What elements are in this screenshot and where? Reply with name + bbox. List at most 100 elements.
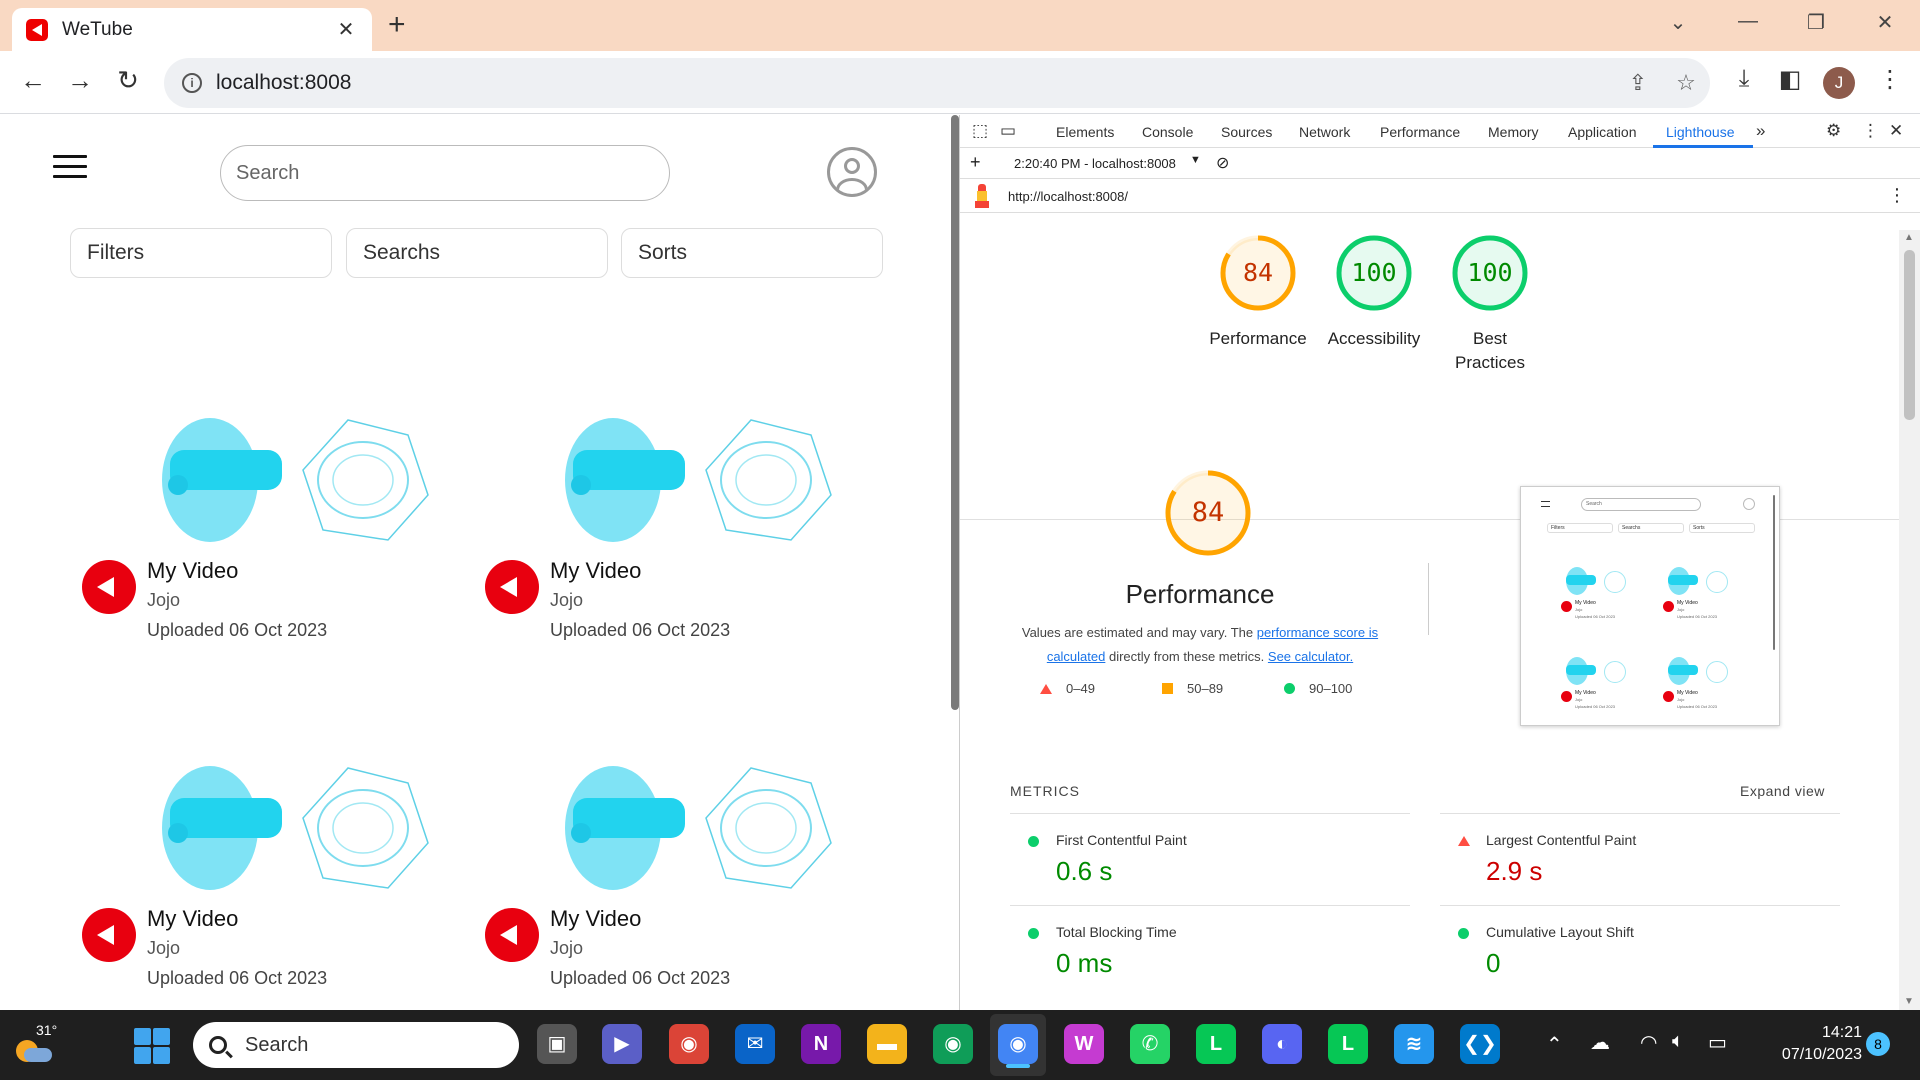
notification-badge[interactable]: 8 <box>1866 1032 1890 1056</box>
tab-memory[interactable]: Memory <box>1488 124 1539 140</box>
video-thumbnail[interactable] <box>551 758 851 893</box>
tab-network[interactable]: Network <box>1299 124 1350 140</box>
reload-button[interactable]: ↻ <box>110 65 146 95</box>
clear-reports-icon[interactable]: ⊘ <box>1216 153 1229 173</box>
score-gauge-label[interactable]: Best Practices <box>1450 327 1530 375</box>
mail-icon[interactable]: ✉ <box>735 1024 775 1064</box>
profile-avatar[interactable]: J <box>1823 67 1855 99</box>
vscode-icon[interactable]: ❮❯ <box>1460 1024 1500 1064</box>
back-button[interactable]: ← <box>15 65 51 95</box>
chrome-profile-icon[interactable]: ◉ <box>933 1024 973 1064</box>
bookmark-star-icon[interactable]: ☆ <box>1662 70 1710 96</box>
file-explorer-icon[interactable]: ▬ <box>867 1024 907 1064</box>
channel-logo-icon[interactable] <box>82 908 136 962</box>
tab-application[interactable]: Application <box>1568 124 1637 140</box>
onedrive-icon[interactable]: ☁ <box>1590 1030 1610 1055</box>
weather-widget[interactable]: 31° <box>14 1022 57 1068</box>
menu-icon[interactable] <box>53 155 87 179</box>
tab-performance[interactable]: Performance <box>1380 124 1460 140</box>
channel-logo-icon[interactable] <box>485 908 539 962</box>
score-gauge-performance[interactable]: 84 <box>1218 233 1298 313</box>
searchs-dropdown[interactable]: Searchs <box>346 228 608 278</box>
channel-logo-icon[interactable] <box>82 560 136 614</box>
metric-largest-contentful-paint[interactable]: Largest Contentful Paint 2.9 s <box>1440 813 1840 903</box>
video-thumbnail[interactable] <box>551 410 851 545</box>
close-window-button[interactable]: ✕ <box>1865 10 1905 35</box>
video-channel[interactable]: Jojo <box>550 590 583 611</box>
task-view-icon[interactable]: ▣ <box>537 1024 577 1064</box>
score-gauge-label[interactable]: Accessibility <box>1304 327 1444 351</box>
video-title[interactable]: My Video <box>550 558 641 584</box>
tab-elements[interactable]: Elements <box>1056 124 1114 140</box>
more-tabs-icon[interactable]: » <box>1756 121 1765 141</box>
filters-dropdown[interactable]: Filters <box>70 228 332 278</box>
metric-total-blocking-time[interactable]: Total Blocking Time 0 ms <box>1010 905 1410 995</box>
tab-sources[interactable]: Sources <box>1221 124 1272 140</box>
page-scrollbar[interactable] <box>951 115 959 710</box>
minimize-button[interactable]: — <box>1728 10 1768 33</box>
score-gauge-best-practices[interactable]: 100 <box>1450 233 1530 313</box>
video-channel[interactable]: Jojo <box>550 938 583 959</box>
clock[interactable]: 14:21 07/10/2023 <box>1752 1022 1862 1066</box>
taskbar-search[interactable]: Search <box>193 1022 519 1068</box>
metric-first-contentful-paint[interactable]: First Contentful Paint 0.6 s <box>1010 813 1410 903</box>
report-url[interactable]: http://localhost:8008/ <box>1008 189 1128 204</box>
chrome-icon[interactable]: ◉ <box>669 1024 709 1064</box>
see-calculator-link[interactable]: See calculator. <box>1268 649 1353 664</box>
volume-icon[interactable]: 🔈︎ <box>1672 1030 1684 1053</box>
download-icon[interactable]: ⤓ <box>1724 65 1764 93</box>
video-channel[interactable]: Jojo <box>147 590 180 611</box>
channel-logo-icon[interactable] <box>485 560 539 614</box>
site-info-icon[interactable]: i <box>182 73 202 93</box>
video-card[interactable]: My Video Jojo Uploaded 06 Oct 2023 <box>485 758 865 1010</box>
address-bar[interactable]: i localhost:8008 ⇪ ☆ <box>164 58 1710 108</box>
settings-gear-icon[interactable]: ⚙ <box>1826 121 1841 141</box>
devtools-scrollbar[interactable]: ▲ ▼ <box>1899 230 1920 1010</box>
sorts-dropdown[interactable]: Sorts <box>621 228 883 278</box>
line-icon[interactable]: L <box>1196 1024 1236 1064</box>
side-panel-icon[interactable]: ◧ <box>1770 65 1810 94</box>
tab-console[interactable]: Console <box>1142 124 1193 140</box>
devtools-scroll-thumb[interactable] <box>1904 250 1915 420</box>
close-tab-icon[interactable]: ✕ <box>334 17 358 42</box>
video-thumbnail[interactable] <box>148 410 448 545</box>
browser-menu-icon[interactable]: ⋮ <box>1870 65 1910 94</box>
video-title[interactable]: My Video <box>147 558 238 584</box>
discord-icon[interactable]: ◐ <box>1262 1024 1302 1064</box>
restore-button[interactable]: ❐ <box>1796 10 1836 35</box>
wps-icon[interactable]: W <box>1064 1024 1104 1064</box>
inspect-element-icon[interactable]: ⬚ <box>972 121 988 141</box>
search-input[interactable] <box>220 145 670 201</box>
forward-button[interactable]: → <box>62 65 98 95</box>
video-card[interactable]: My Video Jojo Uploaded 06 Oct 2023 <box>82 758 462 1010</box>
teams-meet-icon[interactable]: ▶ <box>602 1024 642 1064</box>
tab-lighthouse[interactable]: Lighthouse <box>1666 124 1735 140</box>
account-icon[interactable] <box>827 147 877 197</box>
report-selector[interactable]: 2:20:40 PM - localhost:8008 <box>1014 156 1176 171</box>
share-icon[interactable]: ⇪ <box>1614 70 1662 96</box>
score-gauge-accessibility[interactable]: 100 <box>1334 233 1414 313</box>
new-report-icon[interactable]: + <box>970 152 981 173</box>
line-second-icon[interactable]: L <box>1328 1024 1368 1064</box>
video-card[interactable]: My Video Jojo Uploaded 06 Oct 2023 <box>82 410 462 670</box>
chrome-active-icon[interactable]: ◉ <box>998 1024 1038 1064</box>
device-toolbar-icon[interactable]: ▭ <box>1000 121 1016 141</box>
final-screenshot-preview[interactable]: Search Filters Searchs Sorts My Video Jojo Upl… <box>1520 486 1780 726</box>
tab-search-chevron-icon[interactable]: ⌄ <box>1658 10 1698 35</box>
url-text[interactable]: localhost:8008 <box>216 71 1614 95</box>
browser-tab[interactable]: WeTube ✕ <box>12 8 372 51</box>
onenote-icon[interactable]: N <box>801 1024 841 1064</box>
battery-icon[interactable]: ▭ <box>1708 1030 1727 1055</box>
video-title[interactable]: My Video <box>550 906 641 932</box>
wifi-icon[interactable]: ◠ <box>1640 1030 1657 1055</box>
start-button[interactable] <box>134 1028 170 1064</box>
devtools-menu-icon[interactable]: ⋮ <box>1862 121 1879 141</box>
close-devtools-icon[interactable]: ✕ <box>1889 121 1903 141</box>
report-menu-icon[interactable]: ⋮ <box>1888 185 1906 206</box>
whatsapp-icon[interactable]: ✆ <box>1130 1024 1170 1064</box>
docker-icon[interactable]: ≋ <box>1394 1024 1434 1064</box>
metric-cumulative-layout-shift[interactable]: Cumulative Layout Shift 0 <box>1440 905 1840 995</box>
expand-view-toggle[interactable]: Expand view <box>1740 783 1825 799</box>
dropdown-caret-icon[interactable]: ▼ <box>1190 154 1201 166</box>
video-title[interactable]: My Video <box>147 906 238 932</box>
